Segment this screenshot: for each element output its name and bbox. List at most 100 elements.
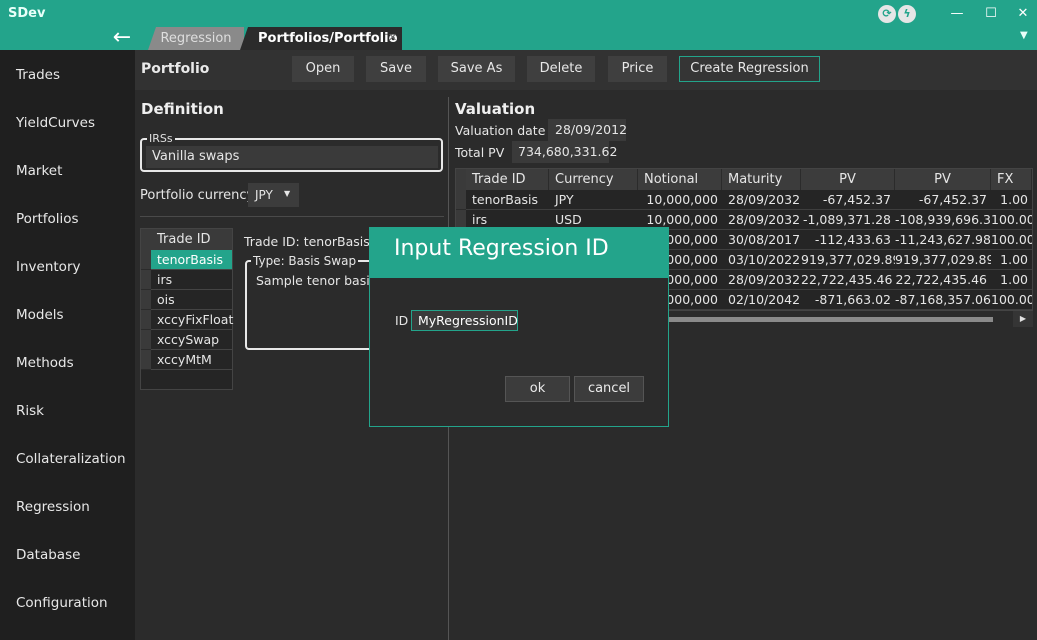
column-header-pv[interactable]: PV: [801, 169, 895, 190]
row-handle[interactable]: [141, 310, 151, 330]
row-handle[interactable]: [141, 290, 151, 310]
app-title: SDev: [8, 6, 46, 21]
column-header-fx[interactable]: FX: [991, 169, 1032, 190]
currency-label: Portfolio currency: [140, 188, 255, 203]
sidebar-item-configuration[interactable]: Configuration: [16, 595, 108, 611]
type-description: Sample tenor basis: [256, 273, 377, 288]
table-cell[interactable]: 10,000,000: [638, 190, 722, 210]
regression-id-input[interactable]: MyRegressionID: [411, 310, 518, 331]
table-cell[interactable]: 28/09/2032: [722, 210, 801, 230]
row-handle[interactable]: [141, 250, 151, 270]
table-cell[interactable]: 30/08/2017: [722, 230, 801, 250]
table-cell[interactable]: 03/10/2022: [722, 250, 801, 270]
table-cell[interactable]: 919,377,029.89: [895, 250, 991, 270]
list-corner: [141, 229, 151, 250]
minimize-icon[interactable]: —: [946, 4, 968, 24]
table-cell[interactable]: 02/10/2042: [722, 290, 801, 310]
price-button[interactable]: Price: [608, 56, 667, 82]
table-cell[interactable]: -1,089,371.28: [801, 210, 895, 230]
table-cell[interactable]: 919,377,029.89: [801, 250, 895, 270]
irs-legend: IRSs: [147, 132, 175, 145]
trade-list-item[interactable]: ois: [151, 290, 232, 310]
table-cell[interactable]: JPY: [549, 190, 638, 210]
total-pv-value: 734,680,331.62: [512, 141, 617, 163]
table-cell[interactable]: 100.00: [991, 290, 1032, 310]
cancel-button[interactable]: cancel: [574, 376, 644, 402]
maximize-icon[interactable]: ☐: [980, 4, 1002, 24]
column-header-pv-converted[interactable]: PV: [895, 169, 991, 190]
table-cell[interactable]: 22,722,435.46: [895, 270, 991, 290]
open-button[interactable]: Open: [292, 56, 354, 82]
sidebar-item-methods[interactable]: Methods: [16, 355, 74, 371]
type-legend: Type: Basis Swap: [251, 254, 359, 268]
horizontal-scrollbar[interactable]: [669, 317, 993, 322]
sidebar-item-portfolios[interactable]: Portfolios: [16, 211, 79, 227]
row-handle[interactable]: [141, 350, 151, 370]
column-header-maturity[interactable]: Maturity: [722, 169, 801, 190]
close-icon[interactable]: ✕: [1012, 4, 1034, 24]
table-cell[interactable]: -67,452.37: [801, 190, 895, 210]
sidebar-item-inventory[interactable]: Inventory: [16, 259, 80, 275]
sidebar-item-regression[interactable]: Regression: [16, 499, 90, 515]
trade-list-item[interactable]: tenorBasis: [151, 250, 232, 270]
sidebar-item-yieldcurves[interactable]: YieldCurves: [16, 115, 95, 131]
chevron-down-icon[interactable]: ▼: [284, 189, 290, 198]
irs-description-field[interactable]: Vanilla swaps: [146, 146, 438, 168]
table-cell[interactable]: 28/09/2032: [722, 270, 801, 290]
tab-close-icon[interactable]: ✕: [388, 31, 397, 44]
table-cell[interactable]: 100.00: [991, 210, 1032, 230]
sidebar-item-trades[interactable]: Trades: [16, 67, 60, 83]
scroll-right-icon[interactable]: ▶: [1013, 311, 1033, 327]
valuation-title: Valuation: [455, 100, 536, 118]
back-arrow-icon[interactable]: ←: [108, 27, 136, 49]
trade-list-item[interactable]: xccyMtM: [151, 350, 232, 370]
sidebar-item-collateralization[interactable]: Collateralization: [16, 451, 126, 467]
tab-regression[interactable]: Regression: [148, 27, 244, 50]
create-regression-button[interactable]: Create Regression: [679, 56, 820, 82]
table-corner: [456, 169, 466, 190]
row-handle[interactable]: [141, 330, 151, 350]
column-header-currency[interactable]: Currency: [549, 169, 638, 190]
valuation-date-value: 28/09/2012: [548, 119, 627, 141]
table-cell[interactable]: 28/09/2032: [722, 190, 801, 210]
tabs-menu-icon[interactable]: ▼: [1020, 30, 1028, 41]
table-cell[interactable]: -112,433.63: [801, 230, 895, 250]
sidebar-item-risk[interactable]: Risk: [16, 403, 44, 419]
trade-list-item[interactable]: irs: [151, 270, 232, 290]
column-header-trade-id[interactable]: Trade ID: [466, 169, 549, 190]
sidebar-item-market[interactable]: Market: [16, 163, 62, 179]
trade-list-item[interactable]: xccySwap: [151, 330, 232, 350]
table-cell[interactable]: 1.00: [991, 190, 1032, 210]
save-button[interactable]: Save: [366, 56, 426, 82]
sidebar-item-database[interactable]: Database: [16, 547, 80, 563]
table-cell[interactable]: -11,243,627.98: [895, 230, 991, 250]
trade-list-item[interactable]: xccyFixFloat: [151, 310, 233, 330]
table-cell[interactable]: 22,722,435.46: [801, 270, 895, 290]
table-cell[interactable]: -871,663.02: [801, 290, 895, 310]
table-cell[interactable]: -108,939,696.33: [895, 210, 991, 230]
dialog-title: Input Regression ID: [394, 236, 609, 261]
table-cell[interactable]: -87,168,357.06: [895, 290, 991, 310]
column-header-notional[interactable]: Notional: [638, 169, 722, 190]
save-as-button[interactable]: Save As: [438, 56, 515, 82]
table-cell[interactable]: -67,452.37: [895, 190, 991, 210]
total-pv-label: Total PV: [455, 145, 505, 160]
tab-portfolios-portfolio[interactable]: Portfolios/Portfolio: [240, 27, 402, 50]
table-cell[interactable]: tenorBasis: [466, 190, 549, 210]
currency-select[interactable]: JPY: [248, 183, 299, 207]
page-title: Portfolio: [141, 61, 210, 77]
table-cell[interactable]: 1.00: [991, 270, 1032, 290]
table-cell[interactable]: 100.00: [991, 230, 1032, 250]
table-cell[interactable]: 1.00: [991, 250, 1032, 270]
valuation-date-label: Valuation date: [455, 123, 546, 138]
refresh-icon[interactable]: ⟳: [878, 5, 896, 23]
row-handle[interactable]: [456, 190, 466, 210]
flash-icon[interactable]: ϟ: [898, 5, 916, 23]
delete-button[interactable]: Delete: [527, 56, 595, 82]
ok-button[interactable]: ok: [505, 376, 570, 402]
definition-title: Definition: [141, 100, 224, 118]
id-label: ID: [395, 313, 409, 328]
sidebar-item-models[interactable]: Models: [16, 307, 64, 323]
row-handle[interactable]: [141, 270, 151, 290]
trade-list-header[interactable]: Trade ID: [151, 229, 232, 250]
